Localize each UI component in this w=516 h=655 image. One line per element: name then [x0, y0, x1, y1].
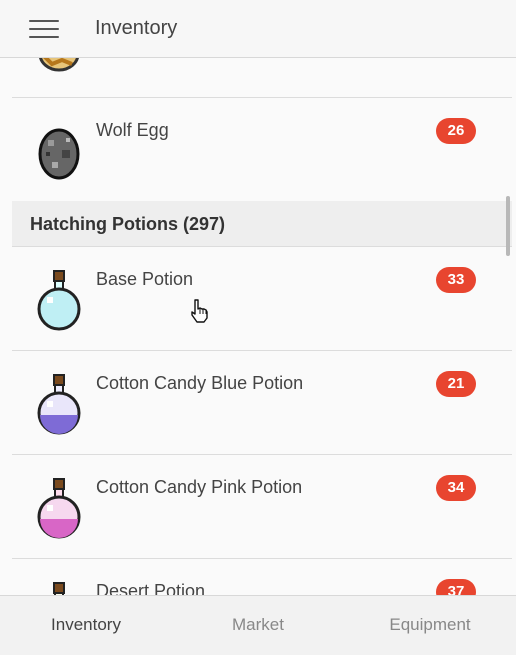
- cotton-candy-pink-potion-icon: [37, 478, 81, 539]
- item-count-badge: 26: [436, 118, 476, 144]
- wolf-egg-icon: [38, 128, 80, 180]
- item-count-badge: 21: [436, 371, 476, 397]
- nav-tab-inventory[interactable]: Inventory: [0, 596, 172, 655]
- bottom-navigation: Inventory Market Equipment: [0, 595, 516, 655]
- list-item-wolf-egg[interactable]: Wolf Egg 26: [12, 98, 512, 202]
- item-count-badge: 33: [436, 267, 476, 293]
- page-title: Inventory: [95, 17, 178, 39]
- hamburger-menu-icon[interactable]: [29, 17, 59, 41]
- menu-bar: [29, 19, 59, 22]
- cotton-candy-blue-potion-icon: [37, 374, 81, 435]
- item-label: Wolf Egg: [96, 120, 169, 140]
- base-potion-icon: [37, 270, 81, 331]
- inventory-list[interactable]: Wolf Egg 26 Hatching Potions (297) Base …: [12, 58, 512, 595]
- item-count-badge: 34: [436, 475, 476, 501]
- menu-bar: [29, 27, 59, 30]
- list-item-base-potion[interactable]: Base Potion 33: [12, 247, 512, 351]
- nav-tab-market[interactable]: Market: [172, 596, 344, 655]
- list-item-cotton-candy-blue-potion[interactable]: Cotton Candy Blue Potion 21: [12, 351, 512, 455]
- list-item[interactable]: [12, 58, 512, 98]
- hand-cursor-icon: [191, 299, 208, 323]
- item-label: Cotton Candy Blue Potion: [96, 373, 304, 393]
- item-count-badge: 37: [436, 579, 476, 595]
- item-label: Cotton Candy Pink Potion: [96, 477, 303, 497]
- desert-potion-icon: [53, 582, 65, 595]
- section-header-hatching-potions[interactable]: Hatching Potions (297): [12, 201, 512, 247]
- item-label: Base Potion: [96, 269, 194, 289]
- item-label: Desert Potion: [96, 581, 206, 595]
- list-scrollbar[interactable]: [506, 196, 510, 256]
- nav-tab-equipment[interactable]: Equipment: [344, 596, 516, 655]
- list-item-cotton-candy-pink-potion[interactable]: Cotton Candy Pink Potion 34: [12, 455, 512, 559]
- app-header: Inventory: [0, 0, 516, 58]
- app-root: Inventory Wolf Egg 26 Hatching Potions (…: [0, 0, 516, 655]
- list-item-desert-potion[interactable]: Desert Potion 37: [12, 559, 512, 595]
- menu-bar: [29, 35, 59, 38]
